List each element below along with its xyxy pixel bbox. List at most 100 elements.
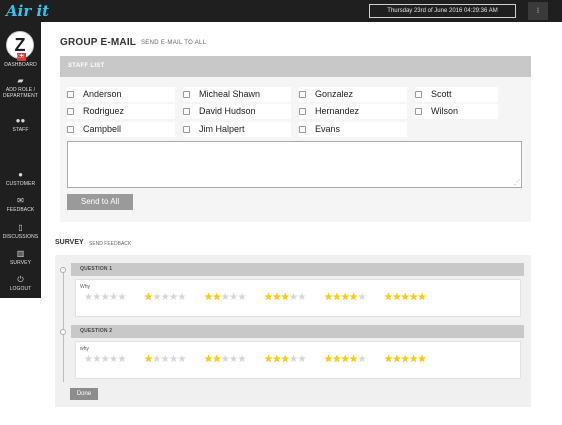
star-icon[interactable]: ★ xyxy=(229,293,238,303)
sidebar-item-staff[interactable]: ●● STAFF xyxy=(0,116,41,133)
star-rating-option[interactable]: ★★★★★ xyxy=(204,355,247,365)
staff-checkbox-item[interactable]: Scott xyxy=(415,87,498,102)
star-icon[interactable]: ★ xyxy=(238,355,247,365)
sidebar-item-survey[interactable]: ▥ SURVEY xyxy=(0,249,41,266)
star-icon[interactable]: ★ xyxy=(101,293,110,303)
star-rating-option[interactable]: ★★★★★ xyxy=(324,293,367,303)
star-icon[interactable]: ★ xyxy=(178,293,187,303)
sidebar-item-feedback[interactable]: ✉ FEEDBACK xyxy=(0,196,41,213)
star-rating-option[interactable]: ★★★★★ xyxy=(84,355,127,365)
done-button[interactable]: Done xyxy=(70,388,98,400)
star-icon[interactable]: ★ xyxy=(332,293,341,303)
staff-checkbox[interactable] xyxy=(299,126,306,134)
star-icon[interactable]: ★ xyxy=(341,293,350,303)
star-icon[interactable]: ★ xyxy=(101,355,110,365)
staff-checkbox[interactable] xyxy=(67,126,74,134)
star-icon[interactable]: ★ xyxy=(418,355,427,365)
star-icon[interactable]: ★ xyxy=(109,293,118,303)
star-icon[interactable]: ★ xyxy=(92,355,101,365)
staff-checkbox-item[interactable]: Wilson xyxy=(415,104,498,119)
star-icon[interactable]: ★ xyxy=(169,355,178,365)
star-icon[interactable]: ★ xyxy=(144,293,153,303)
star-icon[interactable]: ★ xyxy=(298,355,307,365)
sidebar-item-discussions[interactable]: ▯ DISCUSSIONS xyxy=(0,223,41,240)
staff-checkbox-item[interactable]: Jim Halpert xyxy=(183,122,291,137)
star-rating-option[interactable]: ★★★★★ xyxy=(384,355,427,365)
star-icon[interactable]: ★ xyxy=(221,355,230,365)
star-icon[interactable]: ★ xyxy=(152,355,161,365)
staff-checkbox[interactable] xyxy=(183,126,190,134)
star-icon[interactable]: ★ xyxy=(161,293,170,303)
star-icon[interactable]: ★ xyxy=(281,355,290,365)
staff-checkbox[interactable] xyxy=(299,91,306,99)
star-icon[interactable]: ★ xyxy=(289,293,298,303)
sidebar-item-add-role-department[interactable]: ▰ ADD ROLE / DEPARTMENT xyxy=(0,76,41,99)
star-rating-option[interactable]: ★★★★★ xyxy=(264,293,307,303)
star-icon[interactable]: ★ xyxy=(332,355,341,365)
star-icon[interactable]: ★ xyxy=(349,293,358,303)
staff-checkbox-item[interactable]: Gonzalez xyxy=(299,87,407,102)
star-icon[interactable]: ★ xyxy=(272,293,281,303)
star-rating-option[interactable]: ★★★★★ xyxy=(204,293,247,303)
staff-checkbox[interactable] xyxy=(415,108,422,116)
star-icon[interactable]: ★ xyxy=(341,355,350,365)
staff-checkbox-item[interactable]: Micheal Shawn xyxy=(183,87,291,102)
send-to-all-button[interactable]: Send to All xyxy=(67,194,133,210)
staff-checkbox-item[interactable]: Evans xyxy=(299,122,407,137)
app-logo[interactable]: Air it xyxy=(6,1,49,21)
star-icon[interactable]: ★ xyxy=(84,355,93,365)
vertical-dots-icon[interactable]: ⁝ xyxy=(528,2,548,20)
staff-checkbox-item[interactable]: Anderson xyxy=(67,87,175,102)
star-icon[interactable]: ★ xyxy=(349,355,358,365)
star-icon[interactable]: ★ xyxy=(229,355,238,365)
star-rating-option[interactable]: ★★★★★ xyxy=(144,293,187,303)
staff-checkbox[interactable] xyxy=(299,108,306,116)
message-textarea[interactable]: ⋰ xyxy=(67,141,522,188)
star-icon[interactable]: ★ xyxy=(392,355,401,365)
star-icon[interactable]: ★ xyxy=(212,355,221,365)
star-icon[interactable]: ★ xyxy=(358,293,367,303)
star-icon[interactable]: ★ xyxy=(289,355,298,365)
star-icon[interactable]: ★ xyxy=(144,355,153,365)
staff-checkbox-item[interactable]: Rodriguez xyxy=(67,104,175,119)
star-rating-option[interactable]: ★★★★★ xyxy=(384,293,427,303)
star-icon[interactable]: ★ xyxy=(109,355,118,365)
star-icon[interactable]: ★ xyxy=(212,293,221,303)
staff-checkbox-item[interactable]: David Hudson xyxy=(183,104,291,119)
sidebar-item-customer[interactable]: ● CUSTOMER xyxy=(0,170,41,187)
staff-checkbox-item[interactable]: Hernandez xyxy=(299,104,407,119)
sidebar-item-dashboard[interactable]: ▭ DASHBOARD xyxy=(0,51,41,68)
star-rating-option[interactable]: ★★★★★ xyxy=(324,355,367,365)
staff-checkbox[interactable] xyxy=(67,108,74,116)
star-rating-option[interactable]: ★★★★★ xyxy=(264,355,307,365)
star-rating-option[interactable]: ★★★★★ xyxy=(84,293,127,303)
star-icon[interactable]: ★ xyxy=(409,293,418,303)
star-icon[interactable]: ★ xyxy=(358,355,367,365)
star-icon[interactable]: ★ xyxy=(178,355,187,365)
staff-checkbox[interactable] xyxy=(183,91,190,99)
resize-grip-icon[interactable]: ⋰ xyxy=(514,180,520,186)
staff-checkbox-item[interactable]: Campbell xyxy=(67,122,175,137)
star-icon[interactable]: ★ xyxy=(272,355,281,365)
star-icon[interactable]: ★ xyxy=(92,293,101,303)
star-icon[interactable]: ★ xyxy=(152,293,161,303)
star-icon[interactable]: ★ xyxy=(281,293,290,303)
star-icon[interactable]: ★ xyxy=(161,355,170,365)
staff-checkbox[interactable] xyxy=(67,91,74,99)
star-icon[interactable]: ★ xyxy=(298,293,307,303)
star-icon[interactable]: ★ xyxy=(392,293,401,303)
staff-checkbox[interactable] xyxy=(183,108,190,116)
star-icon[interactable]: ★ xyxy=(238,293,247,303)
star-icon[interactable]: ★ xyxy=(418,293,427,303)
star-icon[interactable]: ★ xyxy=(118,293,127,303)
sidebar-item-logout[interactable]: ⏻ LOGOUT xyxy=(0,275,41,292)
star-icon[interactable]: ★ xyxy=(118,355,127,365)
star-icon[interactable]: ★ xyxy=(169,293,178,303)
star-icon[interactable]: ★ xyxy=(409,355,418,365)
star-icon[interactable]: ★ xyxy=(401,293,410,303)
star-icon[interactable]: ★ xyxy=(401,355,410,365)
star-icon[interactable]: ★ xyxy=(221,293,230,303)
star-icon[interactable]: ★ xyxy=(84,293,93,303)
star-rating-option[interactable]: ★★★★★ xyxy=(144,355,187,365)
staff-checkbox[interactable] xyxy=(415,91,422,99)
